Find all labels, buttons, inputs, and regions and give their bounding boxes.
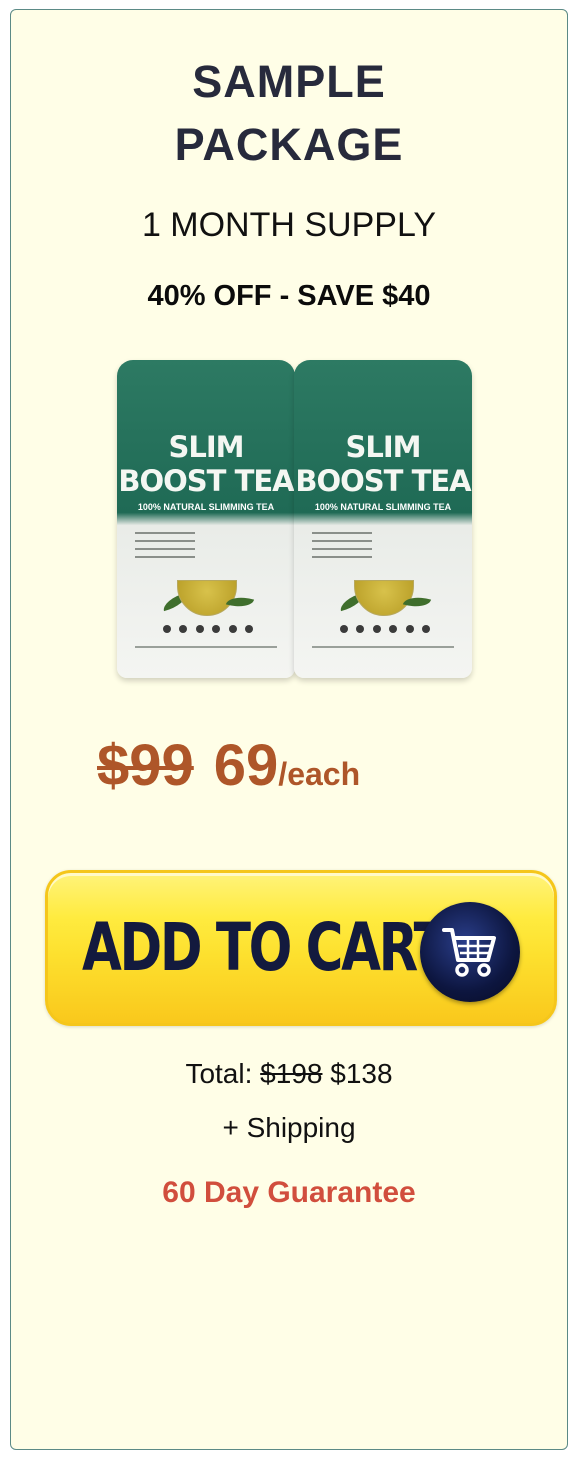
product-subtitle: 100% NATURAL SLIMMING TEA [314,502,452,512]
guarantee-label: 60 Day Guarantee [162,1176,416,1209]
tea-cup-icon [177,580,237,616]
offer-title: SAMPLE PACKAGE [11,50,567,176]
total-label: Total: [185,1058,253,1089]
add-to-cart-label: ADD TO CART [82,909,449,986]
certification-icons [163,625,253,633]
tea-cup-icon [354,580,414,616]
total-price: Total: $198 $138 [11,1058,567,1090]
shipping-note: + Shipping [222,1112,356,1143]
offer-card: SAMPLE PACKAGE 1 MONTH SUPPLY 40% OFF - … [10,9,568,1450]
product-name: SLIM BOOST TEA [118,430,294,498]
shopping-cart-icon [420,902,520,1002]
product-subtitle: 100% NATURAL SLIMMING TEA [137,502,275,512]
product-image: SLIM BOOST TEA 100% NATURAL SLIMMING TEA [117,360,295,678]
product-name: SLIM BOOST TEA [295,430,471,498]
discount-label: 40% OFF - SAVE $40 [147,280,431,312]
add-to-cart-button[interactable]: ADD TO CART [45,870,557,1026]
total-new-price: $138 [330,1058,393,1089]
product-footer-line [312,646,454,648]
certification-icons [340,625,430,633]
offer-title-line2: PACKAGE [174,119,404,170]
product-benefit-lines [135,532,279,564]
price-unit: /each [278,756,361,792]
new-price: 69 [213,733,279,798]
old-price: $99 [97,733,194,798]
product-footer-line [135,646,277,648]
total-old-price: $198 [260,1058,323,1089]
price-row: $99 69 /each [97,732,360,812]
product-image: SLIM BOOST TEA 100% NATURAL SLIMMING TEA [294,360,472,678]
product-benefit-lines [312,532,456,564]
supply-label: 1 MONTH SUPPLY [141,206,437,244]
offer-title-line1: SAMPLE [192,56,386,107]
